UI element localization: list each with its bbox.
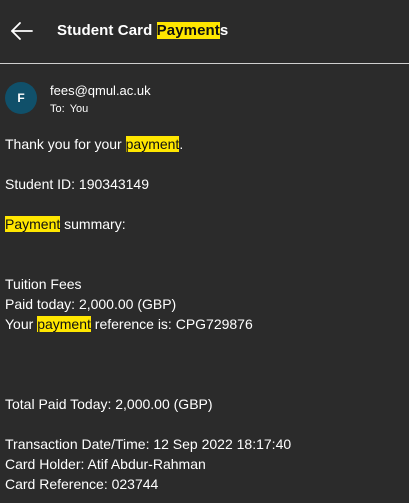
thank-you-text: Thank you for your [5,136,126,152]
subject-highlight: Payment [156,22,220,39]
transaction-datetime: Transaction Date/Time: 12 Sep 2022 18:17… [5,436,292,452]
subject-suffix: s [219,22,229,39]
back-button[interactable] [8,14,38,48]
avatar[interactable]: F [5,82,37,114]
email-subject: Student Card Payments [57,22,228,39]
payment-highlight: payment [125,136,180,152]
to-value: You [69,103,89,115]
summary-text: summary: [60,216,126,232]
summary-highlight: Payment [5,216,61,232]
recipient-line: To: You [50,103,88,115]
tuition-fees: Tuition Fees [5,276,82,292]
reference-prefix: Your [5,316,38,332]
subject-text: Student Card [57,22,157,39]
summary-heading: Payment summary: [5,214,126,234]
thank-you-line: Thank you for your payment. [5,134,183,154]
reference-suffix: reference is: CPG729876 [90,316,253,332]
reference-highlight: payment [37,316,91,332]
to-label: To: [50,103,65,115]
paid-today: Paid today: 2,000.00 (GBP) [5,296,177,312]
back-arrow-icon [11,22,33,40]
sender-email[interactable]: fees@qmul.ac.uk [50,83,151,98]
reference-line: Your payment reference is: CPG729876 [5,314,253,334]
sender-info: F fees@qmul.ac.uk To: You [5,82,405,118]
card-reference: Card Reference: 023744 [5,476,159,492]
thank-you-suffix: . [179,136,184,152]
email-header: Student Card Payments [0,0,409,64]
student-id: Student ID: 190343149 [5,176,150,192]
total-paid: Total Paid Today: 2,000.00 (GBP) [5,396,213,412]
card-holder: Card Holder: Atif Abdur-Rahman [5,456,206,472]
